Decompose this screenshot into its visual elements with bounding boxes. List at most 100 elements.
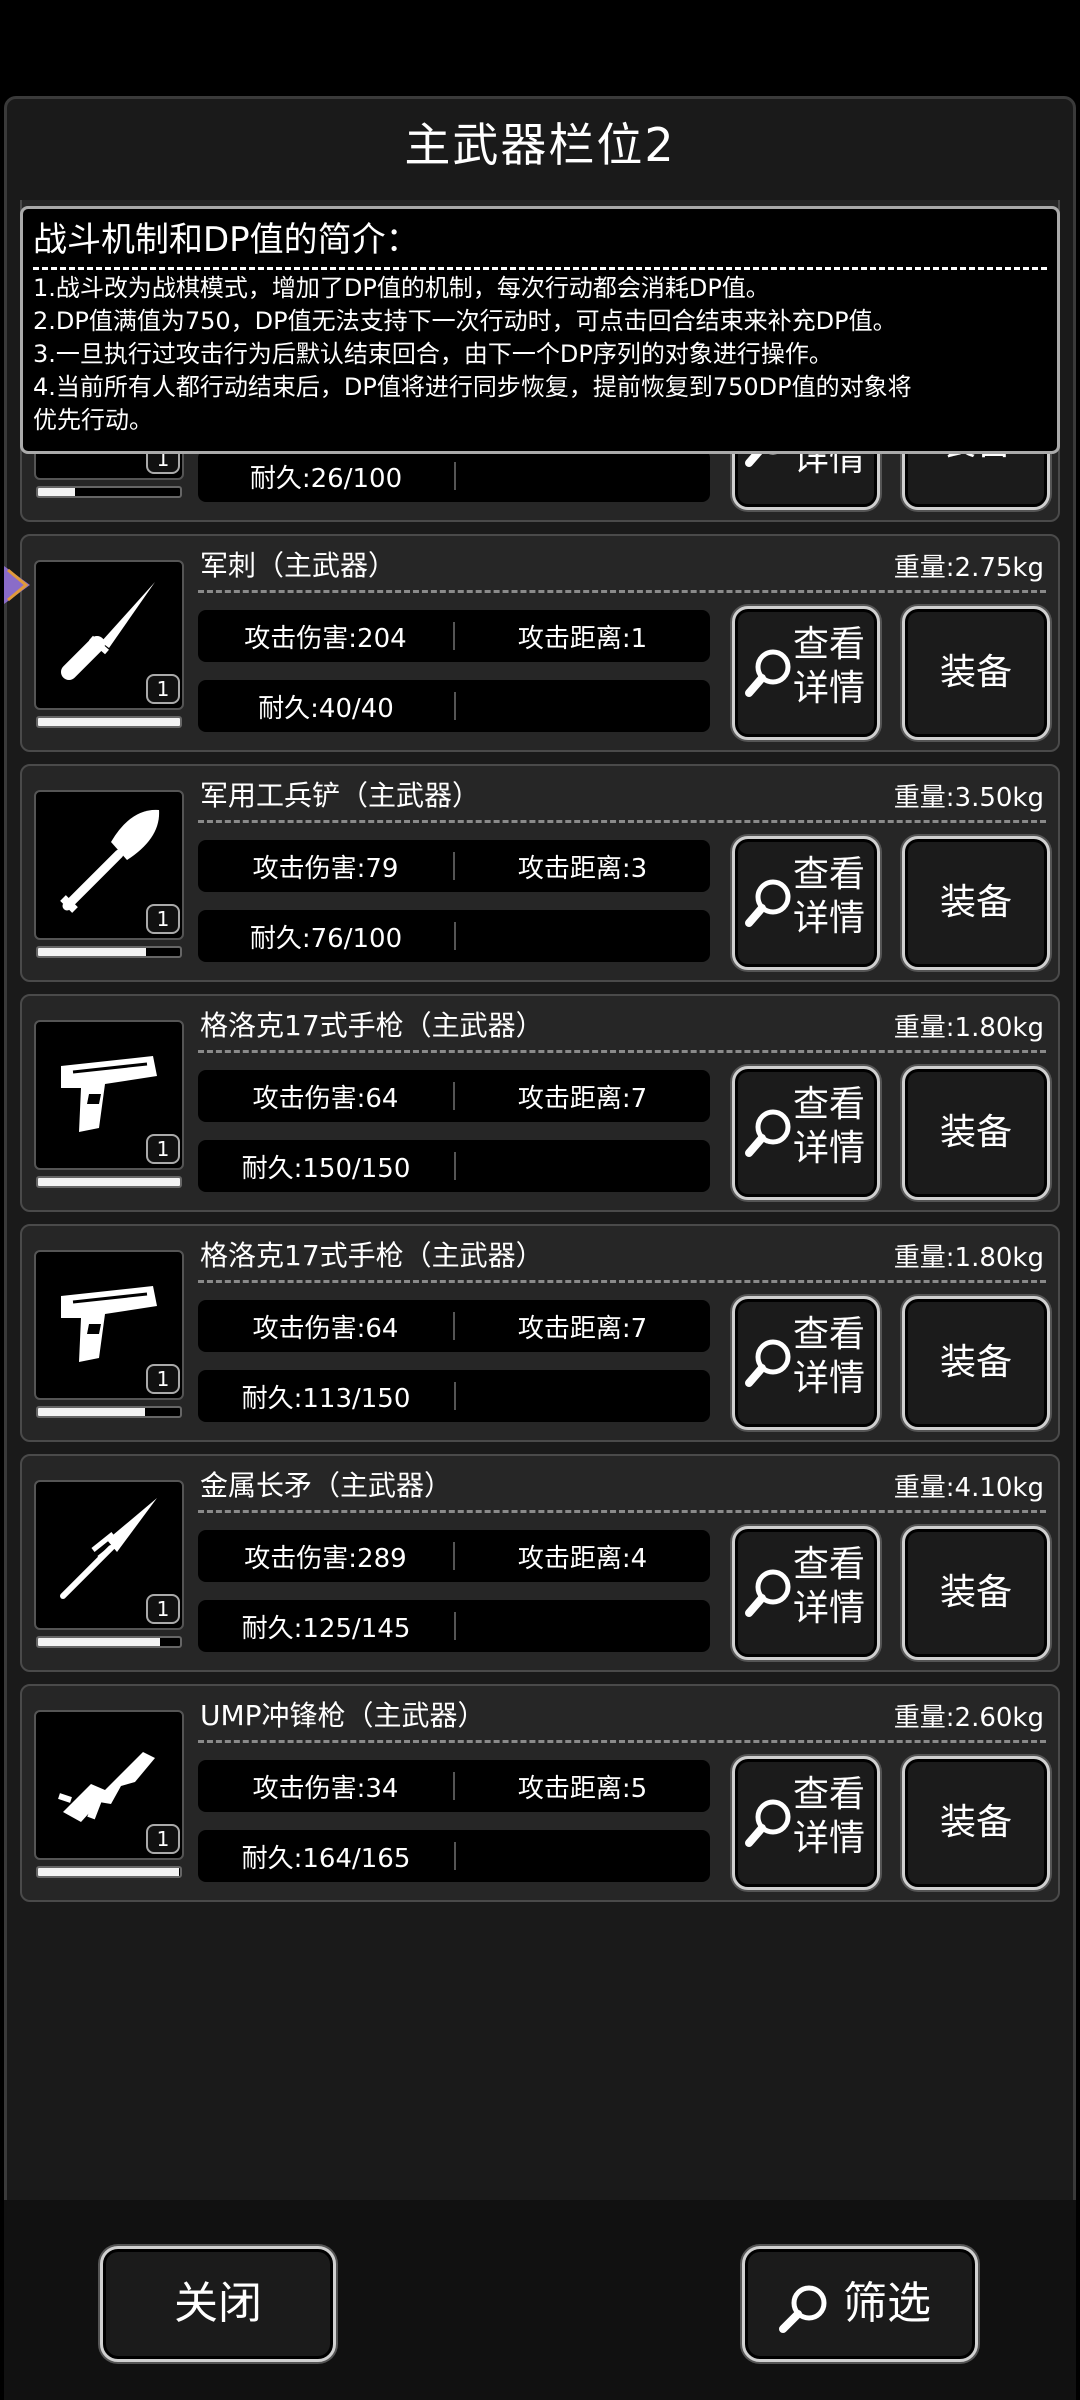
durability-stats: 耐久:26/100 <box>198 450 710 502</box>
view-details-button[interactable]: 查看详情 <box>732 1066 880 1200</box>
attack-damage: 攻击伤害:64 <box>252 1313 399 1344</box>
search-icon <box>745 649 791 697</box>
equip-button[interactable]: 装备 <box>902 1526 1050 1660</box>
combat-tip-box: 战斗机制和DP值的简介： 1.战斗改为战棋模式，增加了DP值的机制，每次行动都会… <box>20 206 1060 454</box>
quantity-badge: 1 <box>146 904 180 934</box>
filter-button[interactable]: 筛选 <box>742 2246 978 2362</box>
attack-stats: 攻击伤害:289 攻击距离:4 <box>198 1530 710 1582</box>
stat-divider <box>454 462 456 490</box>
quantity-badge: 1 <box>146 1594 180 1624</box>
weapon-thumbnail[interactable]: 1 <box>34 1480 184 1630</box>
stat-divider <box>454 922 456 950</box>
durability-bar <box>36 1636 182 1648</box>
quantity-badge: 1 <box>146 1364 180 1394</box>
view-details-label: 查看详情 <box>793 1314 866 1399</box>
tip-line: 3.一旦执行过攻击行为后默认结束回合，由下一个DP序列的对象进行操作。 <box>33 340 833 368</box>
weapon-card[interactable]: 1 军刺（主武器） 重量:2.75kg 攻击伤害:204 攻击距离:1 耐久:40/40 查… <box>20 534 1060 752</box>
equip-button-label: 装备 <box>939 1112 1012 1153</box>
bayonet-icon <box>61 582 155 680</box>
view-details-button[interactable]: 查看详情 <box>732 836 880 970</box>
weapon-thumbnail[interactable]: 1 <box>34 1710 184 1860</box>
attack-damage: 攻击伤害:79 <box>252 853 399 884</box>
equip-button[interactable]: 装备 <box>902 606 1050 740</box>
weapon-thumbnail[interactable]: 1 <box>34 560 184 710</box>
view-details-label: 查看详情 <box>793 1774 866 1859</box>
durability-bar <box>36 1406 182 1418</box>
durability-value: 耐久:164/165 <box>241 1843 411 1874</box>
view-details-button[interactable]: 查看详情 <box>732 1526 880 1660</box>
stat-divider <box>454 1152 456 1180</box>
attack-damage: 攻击伤害:64 <box>252 1083 399 1114</box>
durability-stats: 耐久:150/150 <box>198 1140 710 1192</box>
dialog-title: 主武器栏位2 <box>404 118 676 172</box>
pistol-icon <box>61 1056 157 1132</box>
filter-button-label: 筛选 <box>843 2278 931 2329</box>
weapon-thumbnail[interactable]: 1 <box>34 790 184 940</box>
search-icon <box>745 1799 791 1847</box>
view-details-label: 查看详情 <box>793 624 866 709</box>
durability-bar-fill <box>38 488 75 496</box>
spear-icon <box>60 1498 157 1599</box>
durability-value: 耐久:113/150 <box>241 1383 411 1414</box>
attack-stats: 攻击伤害:79 攻击距离:3 <box>198 840 710 892</box>
durability-bar <box>36 1866 182 1878</box>
durability-stats: 耐久:113/150 <box>198 1370 710 1422</box>
weapon-thumbnail[interactable]: 1 <box>34 1020 184 1170</box>
durability-bar-fill <box>38 948 146 956</box>
durability-value: 耐久:125/145 <box>241 1613 411 1644</box>
durability-bar <box>36 486 182 498</box>
equip-button[interactable]: 装备 <box>902 836 1050 970</box>
durability-stats: 耐久:40/40 <box>198 680 710 732</box>
weapon-card[interactable]: 1 金属长矛（主武器） 重量:4.10kg 攻击伤害:289 攻击距离:4 耐久:125/… <box>20 1454 1060 1672</box>
equip-button-label: 装备 <box>939 882 1012 923</box>
tip-line: 2.DP值满值为750，DP值无法支持下一次行动时，可点击回合结束来补充DP值。 <box>33 307 897 335</box>
search-icon <box>745 1109 791 1157</box>
weapon-thumbnail[interactable]: 1 <box>34 1250 184 1400</box>
stat-divider <box>454 1842 456 1870</box>
quantity-badge: 1 <box>146 674 180 704</box>
attack-range: 攻击距离:4 <box>517 1543 648 1574</box>
view-details-button[interactable]: 查看详情 <box>732 606 880 740</box>
search-icon <box>745 879 791 927</box>
view-details-button[interactable]: 查看详情 <box>732 1296 880 1430</box>
smg-icon <box>58 1752 155 1822</box>
equip-button[interactable]: 装备 <box>902 1066 1050 1200</box>
tip-line: 4.当前所有人都行动结束后，DP值将进行同步恢复，提前恢复到750DP值的对象将 <box>33 373 912 401</box>
card-divider <box>198 820 1046 823</box>
view-details-button[interactable]: 查看详情 <box>732 1756 880 1890</box>
card-divider <box>198 1280 1046 1283</box>
weapon-weight: 重量:4.10kg <box>893 1473 1044 1503</box>
pistol-icon <box>61 1286 157 1362</box>
card-divider <box>198 1740 1046 1743</box>
weapon-card[interactable]: 1 UMP冲锋枪（主武器） 重量:2.60kg 攻击伤害:34 攻击距离:5 耐久:164… <box>20 1684 1060 1902</box>
durability-bar <box>36 716 182 728</box>
expand-arrow-icon[interactable] <box>0 560 40 610</box>
card-divider <box>198 1510 1046 1513</box>
weapon-list[interactable]: 1军用工兵斧（主武器）重量:3.10kg攻击伤害:68攻击距离:3耐久:26/1… <box>20 200 1060 2100</box>
attack-stats: 攻击伤害:64 攻击距离:7 <box>198 1070 710 1122</box>
weapon-card[interactable]: 1 军用工兵铲（主武器） 重量:3.50kg 攻击伤害:79 攻击距离:3 耐久:76/1… <box>20 764 1060 982</box>
tip-divider <box>33 267 1047 270</box>
durability-value: 耐久:26/100 <box>249 463 403 494</box>
quantity-badge: 1 <box>146 1134 180 1164</box>
durability-value: 耐久:150/150 <box>241 1153 411 1184</box>
view-details-label: 查看详情 <box>793 1544 866 1629</box>
quantity-badge: 1 <box>146 1824 180 1854</box>
weapon-name: 格洛克17式手枪（主武器） <box>200 1239 544 1272</box>
shovel-icon <box>60 809 160 913</box>
durability-bar-fill <box>38 1178 180 1186</box>
close-button-label: 关闭 <box>174 2278 262 2329</box>
weapon-card[interactable]: 1 格洛克17式手枪（主武器） 重量:1.80kg 攻击伤害:64 攻击距离:7 耐久:1… <box>20 1224 1060 1442</box>
equip-button[interactable]: 装备 <box>902 1756 1050 1890</box>
weapon-card[interactable]: 1 格洛克17式手枪（主武器） 重量:1.80kg 攻击伤害:64 攻击距离:7 耐久:1… <box>20 994 1060 1212</box>
weapon-name: 金属长矛（主武器） <box>200 1469 453 1502</box>
tip-heading: 战斗机制和DP值的简介： <box>33 220 420 260</box>
durability-stats: 耐久:76/100 <box>198 910 710 962</box>
view-details-label: 查看详情 <box>793 1084 866 1169</box>
close-button[interactable]: 关闭 <box>100 2246 336 2362</box>
equip-button[interactable]: 装备 <box>902 1296 1050 1430</box>
stat-divider <box>454 1612 456 1640</box>
equip-button-label: 装备 <box>939 1802 1012 1843</box>
attack-stats: 攻击伤害:204 攻击距离:1 <box>198 610 710 662</box>
search-icon <box>745 1569 791 1617</box>
